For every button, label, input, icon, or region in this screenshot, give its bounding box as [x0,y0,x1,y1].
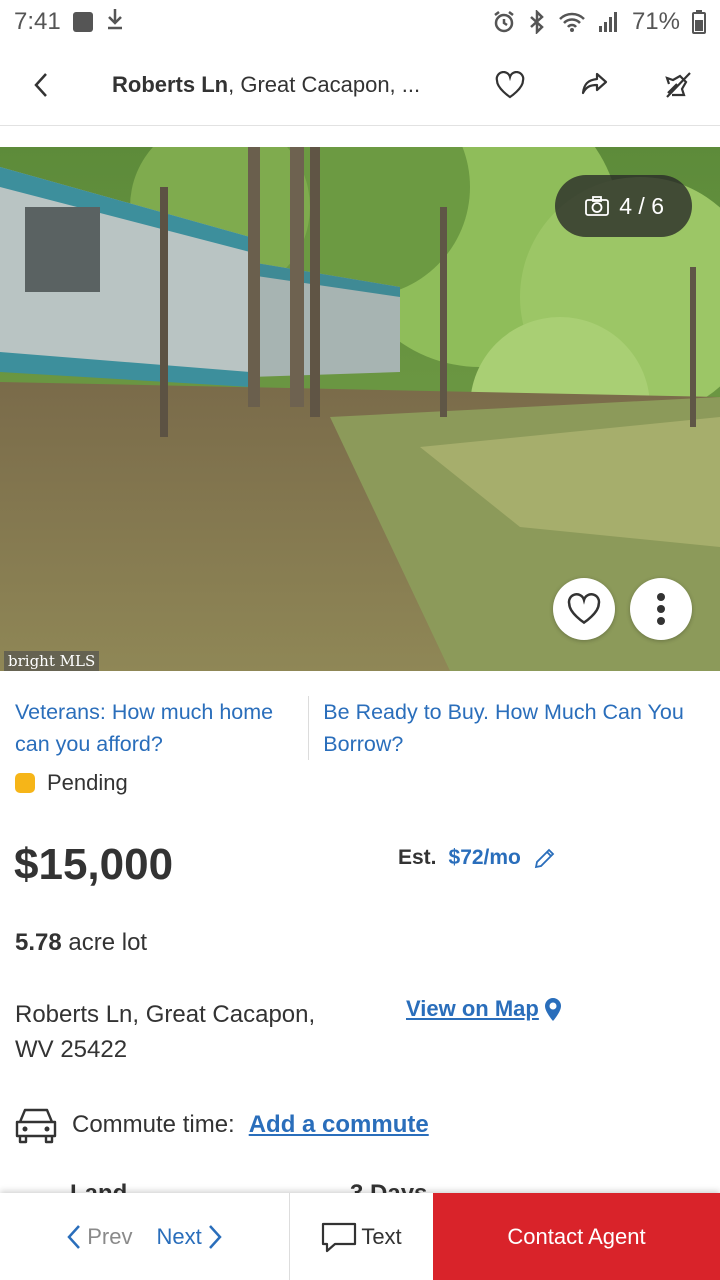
back-button[interactable] [0,44,84,126]
hide-listing-button[interactable] [636,44,720,126]
est-value[interactable]: $72/mo [449,846,521,870]
map-pin-icon [544,998,561,1021]
contact-agent-button[interactable]: Contact Agent [433,1193,720,1280]
address-line-1: Roberts Ln, Great Cacapon, [15,1001,316,1028]
borrow-link[interactable]: Be Ready to Buy. How Much Can You Borrow… [309,696,720,760]
alarm-icon [492,10,516,34]
listing-price: $15,000 [14,840,174,889]
heart-icon [495,70,525,98]
wifi-icon [558,11,586,33]
address-line-2: WV 25422 [15,1036,128,1063]
hide-icon [665,71,691,98]
status-dot-icon [15,773,35,793]
listing-address: Roberts Ln, Great Cacapon, WV 25422 [15,997,375,1067]
view-on-map-label: View on Map [406,996,539,1021]
add-commute-link[interactable]: Add a commute [249,1111,429,1139]
mls-watermark: bright MLS [4,651,100,671]
bluetooth-icon [528,10,546,34]
signal-icon [598,11,620,33]
next-button[interactable]: Next [157,1224,222,1250]
camera-icon [585,196,610,216]
status-label: Pending [47,770,128,795]
commute-row: Commute time: Add a commute [14,1104,429,1146]
battery-icon [692,10,706,34]
veterans-afford-link[interactable]: Veterans: How much home can you afford? [0,696,310,760]
status-bar: 7:41 71% [0,0,720,44]
est-label: Est. [398,846,437,869]
more-options-button[interactable] [630,578,692,640]
lot-size-unit: acre lot [68,929,148,956]
next-label: Next [156,1223,202,1249]
notification-icon [72,12,93,32]
chevron-left-icon [34,72,47,97]
more-vertical-icon [657,593,665,625]
text-label: Text [361,1223,402,1249]
download-icon [105,7,125,38]
photo-counter-text: 4 / 6 [619,192,664,219]
chat-bubble-icon [322,1222,357,1252]
chevron-left-icon [67,1224,81,1249]
page-title-street: Roberts Ln [112,71,229,97]
commute-label: Commute time: [72,1111,235,1138]
listing-navigation: Prev Next [0,1193,290,1280]
favorite-button[interactable] [468,44,552,126]
top-app-bar: Roberts Ln, Great Cacapon, ... [0,44,720,126]
share-icon [581,72,608,94]
battery-percent: 71% [631,8,680,35]
prev-label: Prev [87,1223,133,1249]
bottom-action-bar: Prev Next Text Contact Agent [0,1193,720,1280]
promo-links: Veterans: How much home can you afford? … [0,696,720,760]
status-time: 7:41 [14,8,61,35]
prev-button[interactable]: Prev [67,1223,133,1250]
photo-counter[interactable]: 4 / 6 [555,175,692,237]
text-agent-button[interactable]: Text [290,1193,433,1280]
estimated-payment[interactable]: Est. $72/mo [398,846,557,870]
page-title-city: , Great Cacapon, ... [228,71,421,97]
heart-icon [567,593,601,625]
chevron-right-icon [208,1224,222,1249]
photo-favorite-button[interactable] [553,578,615,640]
edit-pencil-icon[interactable] [533,846,557,870]
page-title: Roberts Ln, Great Cacapon, ... [84,72,468,98]
listing-status: Pending [15,770,128,796]
listing-photo[interactable]: 4 / 6 bright MLS [0,147,720,671]
lot-size-value: 5.78 [15,929,62,956]
car-icon [15,1108,57,1144]
view-on-map-link[interactable]: View on Map [406,996,563,1022]
lot-size: 5.78 acre lot [15,929,147,957]
share-button[interactable] [552,44,636,126]
